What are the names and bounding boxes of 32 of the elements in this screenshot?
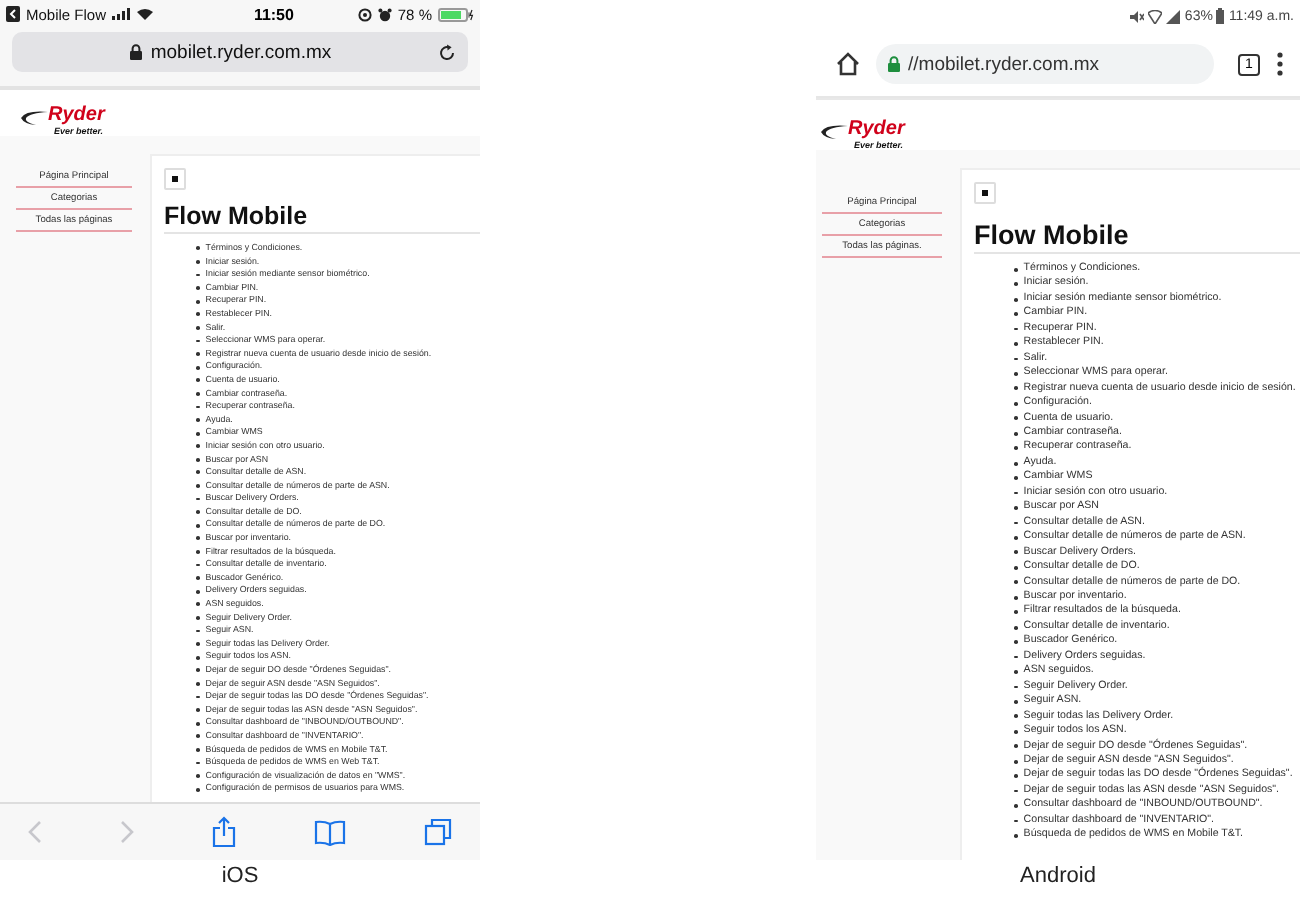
wifi-icon	[136, 8, 155, 20]
swoosh-icon	[820, 124, 848, 140]
book-icon[interactable]	[314, 819, 346, 845]
url-text: mobilet.ryder.com.mx	[150, 41, 332, 63]
home-icon[interactable]	[836, 52, 860, 76]
logo-name: Ryder	[848, 120, 905, 140]
toggle-button[interactable]	[974, 182, 996, 204]
status-time: 11:50	[251, 5, 294, 23]
alarm-clock-icon	[377, 7, 392, 21]
url-text: //mobilet.ryder.com.mx	[908, 53, 1100, 75]
menu-icon[interactable]	[1276, 52, 1284, 76]
toggle-button[interactable]	[164, 168, 186, 190]
signal-icon	[112, 8, 131, 20]
signal-icon	[1166, 9, 1181, 23]
lock-icon	[888, 56, 900, 72]
lock-icon	[130, 44, 143, 60]
swoosh-icon	[20, 110, 48, 126]
platform-caption: Android	[1018, 862, 1098, 892]
back-to-app-icon[interactable]	[6, 6, 20, 22]
page-title: Flow Mobile	[974, 220, 1300, 254]
platform-caption: iOS	[219, 862, 261, 892]
address-bar[interactable]: //mobilet.ryder.com.mx	[876, 44, 1214, 84]
mute-icon	[1130, 9, 1145, 23]
battery-icon	[1216, 8, 1225, 24]
battery-icon	[438, 7, 474, 21]
logo-name: Ryder	[48, 106, 105, 126]
share-icon[interactable]	[212, 816, 236, 848]
wifi-icon	[1148, 9, 1163, 23]
address-bar[interactable]: mobilet.ryder.com.mx	[12, 32, 468, 72]
tabs-icon[interactable]	[424, 818, 452, 846]
page-title: Flow Mobile	[164, 202, 480, 234]
reload-icon[interactable]	[438, 43, 456, 61]
